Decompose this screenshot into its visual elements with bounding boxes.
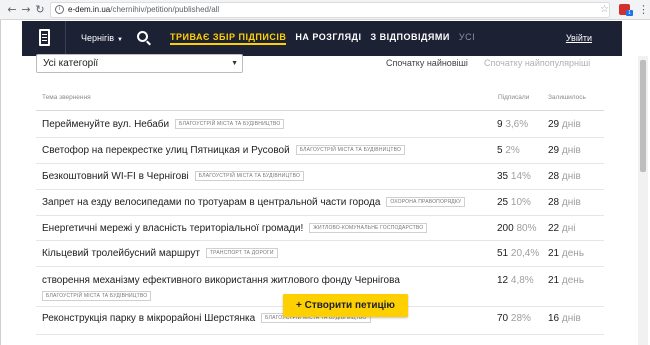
signed-count: 200 80% [497,223,537,234]
forward-arrow-icon[interactable]: → [19,3,33,17]
column-remaining: Залишилось [548,94,586,101]
caret-down-icon: ▼ [231,60,238,67]
signed-count: 25 10% [497,197,531,208]
days-left: 28 днів [548,171,581,182]
table-row[interactable]: Перейменуйте вул. Небаби БЛАГОУСТРІЙ МІСТ… [36,111,604,138]
status-tabs: ТРИВАЄ ЗБІР ПІДПИСІВ НА РОЗГЛЯДІ З ВІДПО… [170,32,481,45]
petition-title[interactable]: Безкоштовний WI-FI в Чернігові БЛАГОУСТРІ… [42,171,305,182]
category-tag: ТРАНСПОРТ ТА ДОРОГИ [205,248,278,259]
tab-all[interactable]: УСІ [459,32,475,42]
petition-title[interactable]: Енергетичні мережі у власність територіа… [42,223,428,234]
signed-count: 5 2% [497,145,520,156]
petition-title[interactable]: створення механізму ефективного використ… [42,275,400,286]
category-tag: БЛАГОУСТРІЙ МІСТА ТА БУДІВНИЦТВО [175,119,285,130]
table-header: Тема звернення Підписали Залишилось [42,94,602,101]
table-row[interactable]: Кільцевий тролейбусний маршрут ТРАНСПОРТ … [36,241,604,267]
sort-popular-link[interactable]: Спочатку найпопулярніші [484,58,590,68]
category-tag: БЛАГОУСТРІЙ МІСТА ТА БУДІВНИЦТВО [194,171,305,182]
logo[interactable] [22,21,66,56]
search-icon[interactable] [137,31,151,46]
bookmark-star-icon[interactable]: ☆ [600,4,609,15]
petition-title[interactable]: Светофор на перекрестке улиц Пятницкая и… [42,145,406,156]
document-icon [39,29,50,46]
tab-collecting[interactable]: ТРИВАЄ ЗБІР ПІДПИСІВ [170,32,287,45]
info-icon[interactable]: i [55,5,64,14]
signed-count: 35 14% [497,171,531,182]
caret-down-icon: ▼ [117,37,123,43]
address-bar[interactable]: i e-dem.in.ua/chernihiv/petition/publish… [50,2,610,18]
days-left: 28 днів [548,197,581,208]
signed-count: 12 4,8% [497,275,534,286]
site-header: Чернігів ▼ ТРИВАЄ ЗБІР ПІДПИСІВ НА РОЗГЛЯ… [22,21,622,56]
days-left: 29 днів [548,119,581,130]
login-link[interactable]: Увійти [566,33,592,43]
category-value: Усі категорії [43,58,99,69]
petition-title[interactable]: Перейменуйте вул. Небаби БЛАГОУСТРІЙ МІСТ… [42,119,285,130]
tab-answered[interactable]: З ВІДПОВІДЯМИ [371,32,450,42]
table-row[interactable]: Безкоштовний WI-FI в Чернігові БЛАГОУСТРІ… [36,164,604,190]
category-tag: БЛАГОУСТРІЙ МІСТА ТА БУДІВНИЦТВО [295,145,406,156]
extension-badge: 1 [626,10,633,16]
days-left: 22 дні [548,223,576,234]
days-left: 21 день [548,248,585,259]
kebab-menu-icon[interactable]: ⋮ [638,3,649,16]
days-left: 29 днів [548,145,581,156]
category-tag: БЛАГОУСТРІЙ МІСТА ТА БУДІВНИЦТВО [42,291,152,301]
days-left: 16 днів [548,313,581,324]
table-row[interactable]: Запрет на езду велосипедами по тротуарам… [36,190,604,216]
category-tag: ЖИТЛОВО-КОМУНАЛЬНЕ ГОСПОДАРСТВО [309,223,428,234]
scrollbar-thumb[interactable] [640,60,646,172]
city-label: Чернігів [81,33,115,43]
back-arrow-icon[interactable]: ← [5,3,19,17]
city-selector[interactable]: Чернігів ▼ [81,33,123,43]
table-row[interactable]: Енергетичні мережі у власність територіа… [36,216,604,241]
column-signed: Підписали [498,94,530,101]
url-path: /chernihiv/petition/published/all [110,5,220,14]
filters-bar: Усі категорії ▼ Спочатку найновіші Споча… [36,54,604,74]
column-topic: Тема звернення [42,94,91,101]
petition-title[interactable]: Кільцевий тролейбусний маршрут ТРАНСПОРТ … [42,248,278,259]
browser-toolbar: ← → ↻ i e-dem.in.ua/chernihiv/petition/p… [0,0,650,20]
create-petition-button[interactable]: + Створити петицію [283,294,408,317]
url-host: e-dem.in.ua [68,5,111,14]
sort-newest-link[interactable]: Спочатку найновіші [386,58,468,68]
category-select[interactable]: Усі категорії ▼ [36,54,243,73]
days-left: 21 день [548,275,585,286]
reload-icon[interactable]: ↻ [33,3,47,17]
signed-count: 70 28% [497,313,531,324]
table-row[interactable]: Светофор на перекрестке улиц Пятницкая и… [36,138,604,164]
page-border [0,20,1,345]
tab-under-review[interactable]: НА РОЗГЛЯДІ [295,32,361,42]
petition-title[interactable]: Запрет на езду велосипедами по тротуарам… [42,197,466,208]
category-tag: ОХОРОНА ПРАВОПОРЯДКУ [386,197,466,208]
signed-count: 51 20,4% [497,248,540,259]
signed-count: 9 3,6% [497,119,529,130]
